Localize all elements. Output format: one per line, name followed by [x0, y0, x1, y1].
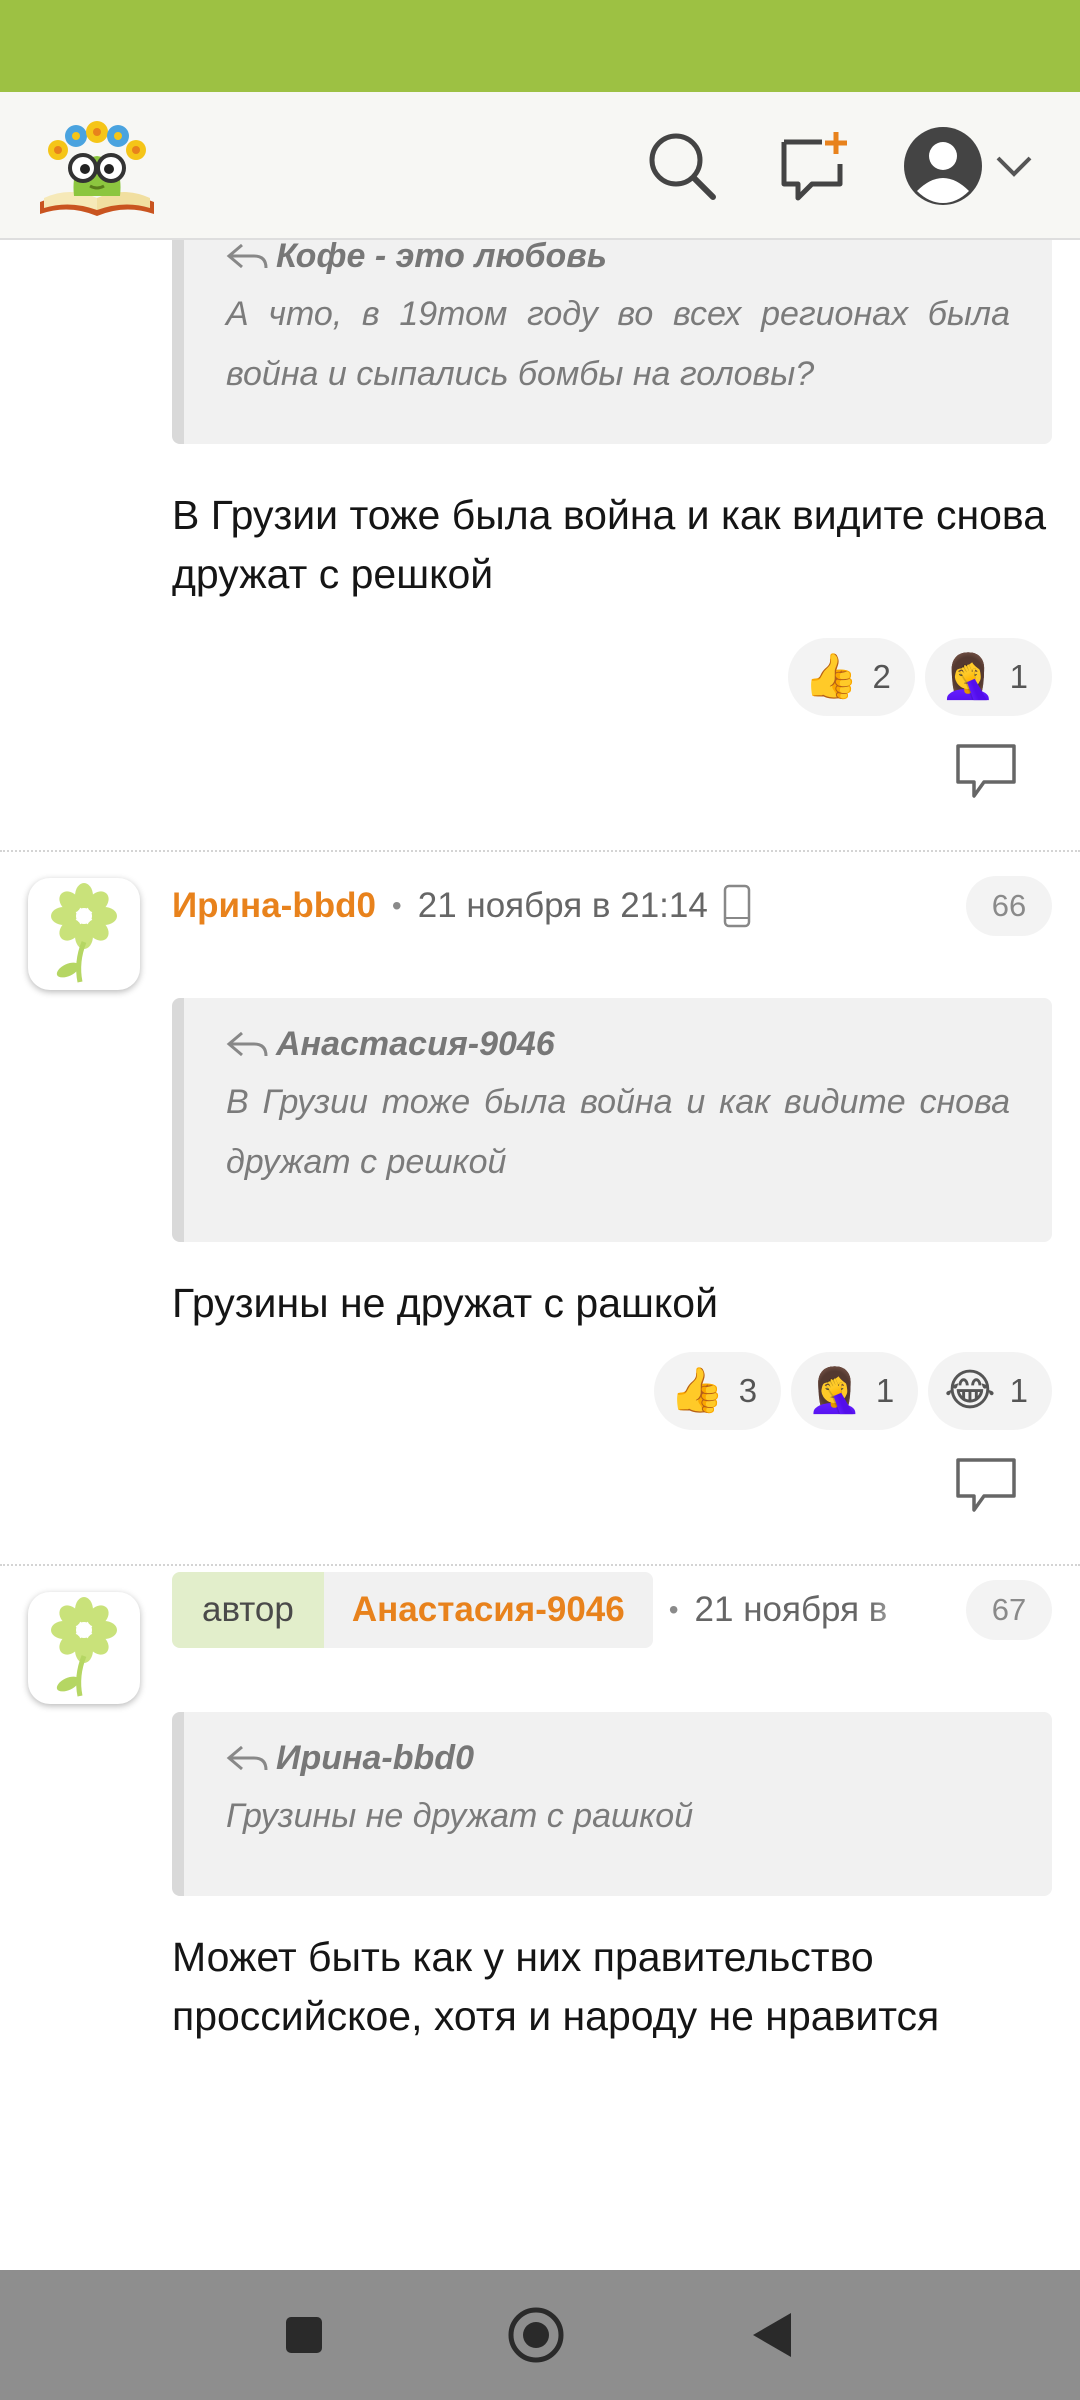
system-nav-bar [0, 2270, 1080, 2400]
author-link[interactable]: Ирина-bbd0 [172, 886, 376, 926]
facepalm-icon: 🤦‍♀️ [940, 652, 996, 701]
laughing-icon: 😂 [944, 1366, 996, 1415]
thumbs-up-icon: 👍 [803, 652, 859, 701]
quote-author: Кофе - это любовь [226, 240, 1010, 276]
comment-date: 21 ноября в [694, 1590, 888, 1629]
phone-icon [722, 884, 752, 928]
quoted-reply[interactable]: Ирина-bbd0 Грузины не дружат с рашкой [172, 1712, 1052, 1896]
avatar[interactable] [28, 1592, 140, 1704]
reaction-count: 1 [875, 1372, 895, 1409]
reply-icon [226, 1745, 268, 1771]
back-button[interactable] [742, 2305, 802, 2365]
comment-text: Может быть как у них правительство просс… [172, 1934, 940, 2039]
separator-dot: • [391, 890, 402, 921]
reaction-count: 2 [872, 658, 891, 695]
search-icon[interactable] [642, 126, 722, 206]
comment-text: В Грузии тоже была война и как видите сн… [172, 492, 1047, 597]
divider [0, 850, 1080, 852]
app-header [0, 92, 1080, 240]
quoted-reply[interactable]: Анастасия-9046 В Грузии тоже была война … [172, 998, 1052, 1242]
status-bar [0, 0, 1080, 92]
divider [0, 1564, 1080, 1566]
reaction-facepalm[interactable]: 🤦‍♀️ 1 [924, 638, 1052, 716]
comment-bubble-icon[interactable] [954, 1456, 1018, 1516]
quote-author: Ирина-bbd0 [226, 1738, 1010, 1778]
reaction-laugh[interactable]: 😂 1 [928, 1352, 1052, 1430]
site-logo[interactable] [34, 110, 160, 222]
avatar[interactable] [28, 878, 140, 990]
comment-text: Грузины не дружат с рашкой [172, 1280, 718, 1326]
reaction-count: 1 [1009, 1372, 1028, 1409]
facepalm-icon: 🤦‍♀️ [807, 1366, 862, 1415]
comment-number[interactable]: 67 [966, 1580, 1052, 1640]
quote-text: А что, в 19том году во всех регионах был… [226, 295, 1010, 393]
reactions: 👍 3 🤦‍♀️ 1 😂 1 [653, 1352, 1052, 1430]
reactions: 👍 2 🤦‍♀️ 1 [787, 638, 1052, 716]
chevron-down-icon [996, 156, 1032, 177]
recents-button[interactable] [274, 2305, 334, 2365]
thumbs-up-icon: 👍 [669, 1366, 725, 1415]
reaction-count: 1 [1009, 658, 1028, 695]
quote-author: Анастасия-9046 [226, 1024, 1010, 1064]
comment-bubble-icon[interactable] [954, 742, 1018, 802]
comment-meta: Ирина-bbd0 • 21 ноября в 21:14 [172, 876, 772, 936]
comments-feed[interactable]: Кофе - это любовь А что, в 19том году во… [0, 240, 1080, 2270]
quote-text: В Грузии тоже была война и как видите сн… [226, 1083, 1010, 1181]
reply-icon [226, 243, 268, 269]
flower-icon [51, 1597, 117, 1697]
profile-menu[interactable] [898, 126, 1038, 206]
flower-icon [51, 883, 117, 983]
reaction-like[interactable]: 👍 3 [653, 1352, 782, 1430]
reaction-facepalm[interactable]: 🤦‍♀️ 1 [791, 1352, 919, 1430]
separator-dot: • [668, 1594, 679, 1625]
reaction-like[interactable]: 👍 2 [787, 638, 915, 716]
user-avatar-icon [904, 127, 982, 205]
comment-date: 21 ноября в 21:14 [417, 886, 708, 925]
quoted-reply[interactable]: Кофе - это любовь А что, в 19том году во… [172, 240, 1052, 444]
author-tag: автор [172, 1572, 324, 1648]
quote-text: Грузины не дружат с рашкой [226, 1797, 694, 1835]
home-button[interactable] [506, 2305, 566, 2365]
reply-icon [226, 1031, 268, 1057]
comment-meta: автор Анастасия-9046 • 21 ноября в [172, 1572, 928, 1648]
fade-overlay [868, 1572, 928, 1648]
reaction-count: 3 [738, 1372, 758, 1409]
comment-number[interactable]: 66 [966, 876, 1052, 936]
new-post-icon[interactable] [774, 126, 854, 206]
author-badge: автор Анастасия-9046 [172, 1572, 653, 1648]
author-link[interactable]: Анастасия-9046 [323, 1572, 653, 1648]
